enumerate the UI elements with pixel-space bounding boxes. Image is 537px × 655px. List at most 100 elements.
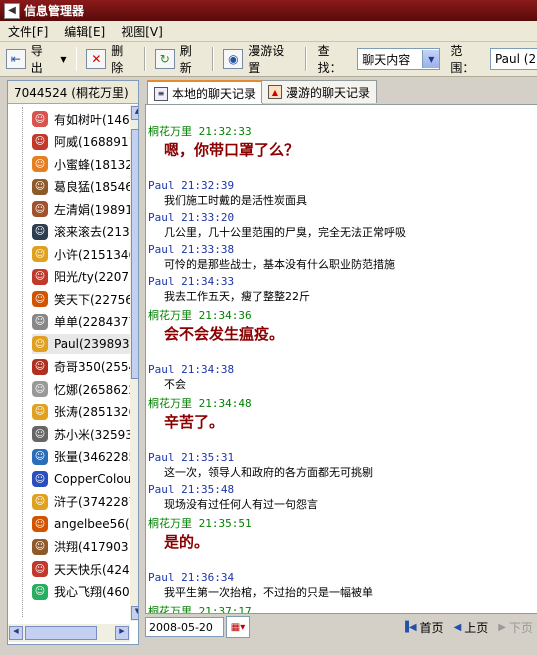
- refresh-button[interactable]: ↻ 刷新: [149, 44, 209, 75]
- contact-item[interactable]: ☺ 单单(2284377: [32, 312, 136, 332]
- avatar-icon: ☺: [32, 403, 48, 420]
- contact-label: angelbee56(4: [54, 517, 138, 531]
- chat-message: Paul 21:33:20 几公里，几十公里范围的尸臭，完全无法正常呼吸: [148, 211, 406, 240]
- message-body: 我去工作五天，瘦了整整22斤: [164, 290, 310, 303]
- delete-button[interactable]: ✕ 删除: [80, 44, 140, 75]
- chat-message: 桐花万里 21:34:36 会不会发生瘟疫。: [148, 307, 284, 344]
- chat-message: 桐花万里 21:34:48 辛苦了。: [148, 395, 252, 432]
- scroll-left-icon[interactable]: ◀: [9, 626, 23, 640]
- contact-label: 奇哥350(2554: [54, 360, 137, 374]
- vertical-scrollbar[interactable]: ▲ ▼: [130, 105, 138, 621]
- contact-item[interactable]: ☺ 忆娜(2658622: [32, 379, 136, 399]
- chat-history: 桐花万里 21:32:33 嗯，你带口罩了么？ Paul 21:32:39 我们施工时…: [145, 104, 537, 614]
- toolbar-separator: [75, 47, 78, 71]
- message-body: 几公里，几十公里范围的尸臭，完全无法正常呼吸: [164, 226, 406, 239]
- contact-item[interactable]: ☺ Paul(2398937: [32, 334, 138, 354]
- chat-message: Paul 21:36:34 我平生第一次抬棺，不过抬的只是一幅被单: [148, 571, 373, 600]
- prev-page-icon: ◀: [453, 621, 462, 633]
- message-body: 可怜的是那些战士，基本没有什么职业防范措施: [164, 258, 395, 271]
- chevron-down-icon[interactable]: ▼: [422, 50, 440, 68]
- contact-item[interactable]: ☺ 有如树叶(146: [32, 109, 130, 129]
- contact-item[interactable]: ☺ 小蜜蜂(18132: [32, 154, 133, 174]
- scroll-thumb[interactable]: [131, 129, 138, 379]
- contact-label: 单单(2284377: [54, 315, 137, 329]
- chat-panel: ≡ 本地的聊天记录 ▲ 漫游的聊天记录 桐花万里 21:32:33 嗯，你带口罩了…: [145, 80, 537, 643]
- contact-item[interactable]: ☺ 张量(3462285: [32, 447, 136, 467]
- message-header: 桐花万里 21:35:51: [148, 517, 252, 530]
- title-bar: ◀ 信息管理器: [0, 0, 537, 21]
- contact-item[interactable]: ☺ 小许(2151346: [32, 244, 136, 264]
- avatar-icon: ☺: [32, 516, 48, 532]
- next-page-icon: ▶: [498, 621, 506, 633]
- message-header: Paul 21:34:33: [148, 275, 235, 288]
- avatar-icon: ☺: [32, 201, 48, 217]
- next-page-button[interactable]: ▶ 下页: [498, 619, 533, 636]
- chat-message: 桐花万里 21:32:33 嗯，你带口罩了么？: [148, 123, 299, 160]
- menu-edit[interactable]: 编辑[E]: [56, 23, 113, 40]
- scroll-thumb[interactable]: [25, 626, 97, 640]
- scroll-up-icon[interactable]: ▲: [131, 106, 138, 120]
- message-body: 我平生第一次抬棺，不过抬的只是一幅被单: [164, 586, 373, 599]
- prev-page-button[interactable]: ◀ 上页: [454, 619, 489, 636]
- contact-item[interactable]: ☺ 笑天下(22756: [32, 289, 133, 309]
- contact-item[interactable]: ☺ 张涛(2851326: [32, 402, 136, 422]
- scroll-down-icon[interactable]: ▼: [131, 606, 138, 620]
- contact-item[interactable]: ☺ 我心飞翔(460: [32, 582, 130, 602]
- horizontal-scrollbar[interactable]: ◀ ▶: [8, 624, 130, 642]
- message-header: Paul 21:35:48: [148, 483, 235, 496]
- globe-icon: ◉: [223, 49, 244, 69]
- export-button[interactable]: ⇤ 导出 ▼: [0, 44, 73, 75]
- avatar-icon: ☺: [32, 358, 48, 375]
- first-page-button[interactable]: ▐◀ 首页: [401, 619, 443, 636]
- avatar-icon: ☺: [32, 156, 48, 172]
- tab-local-history[interactable]: ≡ 本地的聊天记录: [147, 80, 264, 105]
- search-type-select[interactable]: 聊天内容 ▼: [357, 48, 441, 70]
- chat-message: 桐花万里 21:37:17: [148, 603, 252, 613]
- contact-item[interactable]: ☺ 洪翔(417903: [32, 537, 129, 557]
- message-header: 桐花万里 21:34:48: [148, 397, 252, 410]
- message-body: 辛苦了。: [164, 413, 225, 431]
- scroll-right-icon[interactable]: ▶: [115, 626, 129, 640]
- roam-settings-button[interactable]: ◉ 漫游设置: [217, 44, 301, 75]
- contact-item[interactable]: ☺ 浒子(3742287: [32, 492, 136, 512]
- range-label: 范围：: [450, 44, 475, 75]
- tree-line: [22, 107, 24, 617]
- avatar-icon: ☺: [32, 178, 48, 195]
- app-icon: ◀: [4, 2, 20, 19]
- pager-bar: 2008-05-20 ▦▾ ▐◀ 首页 ◀ 上页 ▶ 下页: [145, 615, 537, 639]
- chat-message: Paul 21:32:39 我们施工时戴的是活性炭面具: [148, 179, 307, 208]
- contact-label: 张涛(2851326: [54, 405, 137, 419]
- contact-item[interactable]: ☺ 葛良猛(18546: [32, 177, 133, 197]
- message-header: 桐花万里 21:32:33: [148, 125, 252, 138]
- contact-label: CopperColour: [54, 472, 137, 486]
- contact-item[interactable]: ☺ 天天快乐(424: [32, 559, 130, 579]
- message-body: 是的。: [164, 533, 210, 551]
- calendar-icon[interactable]: ▦▾: [226, 616, 250, 638]
- contact-label: 笑天下(22756: [54, 292, 133, 307]
- contact-item[interactable]: ☺ 滚来滚去(213: [32, 222, 130, 242]
- contact-item[interactable]: ☺ 奇哥350(2554: [32, 357, 136, 377]
- contact-item[interactable]: ☺ 苏小米(32593: [32, 424, 133, 444]
- contact-label: 左清娟(19891: [54, 202, 133, 217]
- contact-item[interactable]: ☺ 左清娟(19891: [32, 199, 133, 219]
- contact-tree-header[interactable]: 7044524 (桐花万里): [8, 81, 138, 104]
- contact-label: 张量(3462285: [54, 450, 137, 464]
- avatar-icon: ☺: [32, 313, 48, 330]
- tab-roam-history[interactable]: ▲ 漫游的聊天记录: [261, 80, 378, 103]
- message-header: Paul 21:35:31: [148, 451, 235, 464]
- contact-label: 有如树叶(146: [54, 112, 130, 127]
- menu-file[interactable]: 文件[F]: [0, 23, 56, 40]
- contact-item[interactable]: ☺ CopperColour: [32, 469, 136, 489]
- range-select[interactable]: Paul (239: [489, 48, 537, 70]
- contact-item[interactable]: ☺ angelbee56(4: [32, 514, 137, 534]
- date-field[interactable]: 2008-05-20: [145, 617, 224, 637]
- contact-item[interactable]: ☺ 阳光/ty(22076: [32, 267, 137, 287]
- contact-label: 苏小米(32593: [54, 427, 133, 442]
- avatar-icon: ☺: [32, 561, 48, 577]
- contact-item[interactable]: ☺ 阿威(1688911: [32, 132, 136, 152]
- message-header: Paul 21:33:20: [148, 211, 235, 224]
- menu-bar: 文件[F] 编辑[E] 视图[V]: [0, 21, 537, 42]
- menu-view[interactable]: 视图[V]: [113, 23, 171, 40]
- avatar-icon: ☺: [32, 426, 48, 442]
- avatar-icon: ☺: [32, 448, 48, 465]
